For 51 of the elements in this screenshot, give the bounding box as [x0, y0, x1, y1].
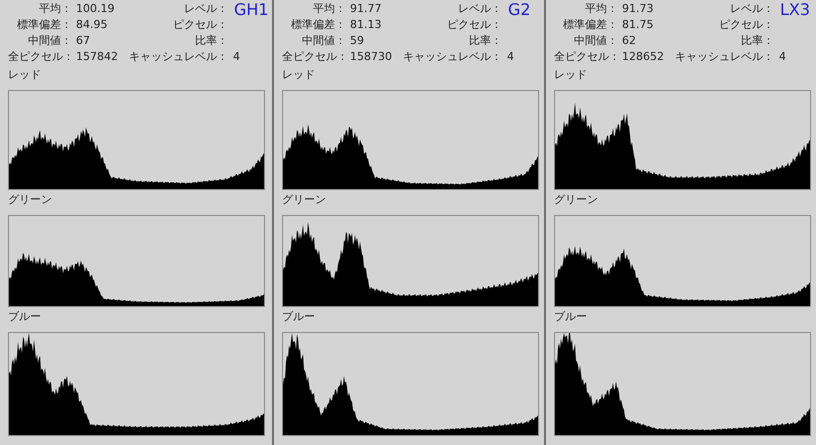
stat-label: 平均： [312, 1, 346, 17]
stat-label: 標準偏差： [290, 17, 346, 33]
stat-label: 平均： [584, 1, 618, 17]
stat-label: 全ピクセル： [8, 49, 72, 65]
stat-label: キャッシュレベル： [402, 49, 502, 65]
stat-label: レベル： [729, 1, 774, 17]
stat-value: 4 [778, 49, 787, 65]
stat-label: 全ピクセル： [554, 49, 618, 65]
stat-value: 4 [232, 49, 241, 65]
camera-label: GH1 [233, 1, 266, 17]
stat-value: 157842 [75, 49, 119, 65]
stat-value: 158730 [349, 49, 393, 65]
channel-label: ブルー [554, 310, 587, 324]
stat-label: キャッシュレベル： [128, 49, 228, 65]
stat-label: キャッシュレベル： [674, 49, 774, 65]
channel-label: グリーン [282, 193, 326, 207]
stat-label: 中間値： [27, 33, 72, 49]
stat-label: レベル： [457, 1, 502, 17]
stat-value: 59 [349, 33, 365, 49]
stat-value: 91.77 [349, 1, 382, 17]
stat-value: 91.73 [621, 1, 654, 17]
stat-value: 62 [621, 33, 637, 49]
stat-value: 4 [506, 49, 515, 65]
stat-value: 100.19 [75, 1, 116, 17]
channel-label: ブルー [282, 310, 315, 324]
channel-label: グリーン [554, 193, 598, 207]
stat-label: 比率： [194, 33, 228, 49]
stat-value: 81.75 [621, 17, 654, 33]
channel-label: レッド [8, 68, 41, 82]
stat-label: ピクセル： [446, 17, 502, 33]
camera-label: G2 [507, 1, 532, 17]
channel-label: レッド [282, 68, 315, 82]
stat-label: 全ピクセル： [282, 49, 346, 65]
stat-value: 84.95 [75, 17, 108, 33]
camera-label: LX3 [779, 1, 812, 17]
stat-label: ピクセル： [172, 17, 228, 33]
stat-label: 標準偏差： [16, 17, 72, 33]
stat-label: 標準偏差： [562, 17, 618, 33]
stat-value: 128652 [621, 49, 665, 65]
stat-label: 中間値： [573, 33, 618, 49]
stat-label: 中間値： [301, 33, 346, 49]
stat-value: 81.13 [349, 17, 382, 33]
channel-label: レッド [554, 68, 587, 82]
stat-label: 平均： [38, 1, 72, 17]
stat-label: 比率： [468, 33, 502, 49]
stat-label: ピクセル： [718, 17, 774, 33]
stat-value: 67 [75, 33, 91, 49]
channel-label: ブルー [8, 310, 41, 324]
stat-label: レベル： [183, 1, 228, 17]
stat-label: 比率： [740, 33, 774, 49]
channel-label: グリーン [8, 193, 52, 207]
